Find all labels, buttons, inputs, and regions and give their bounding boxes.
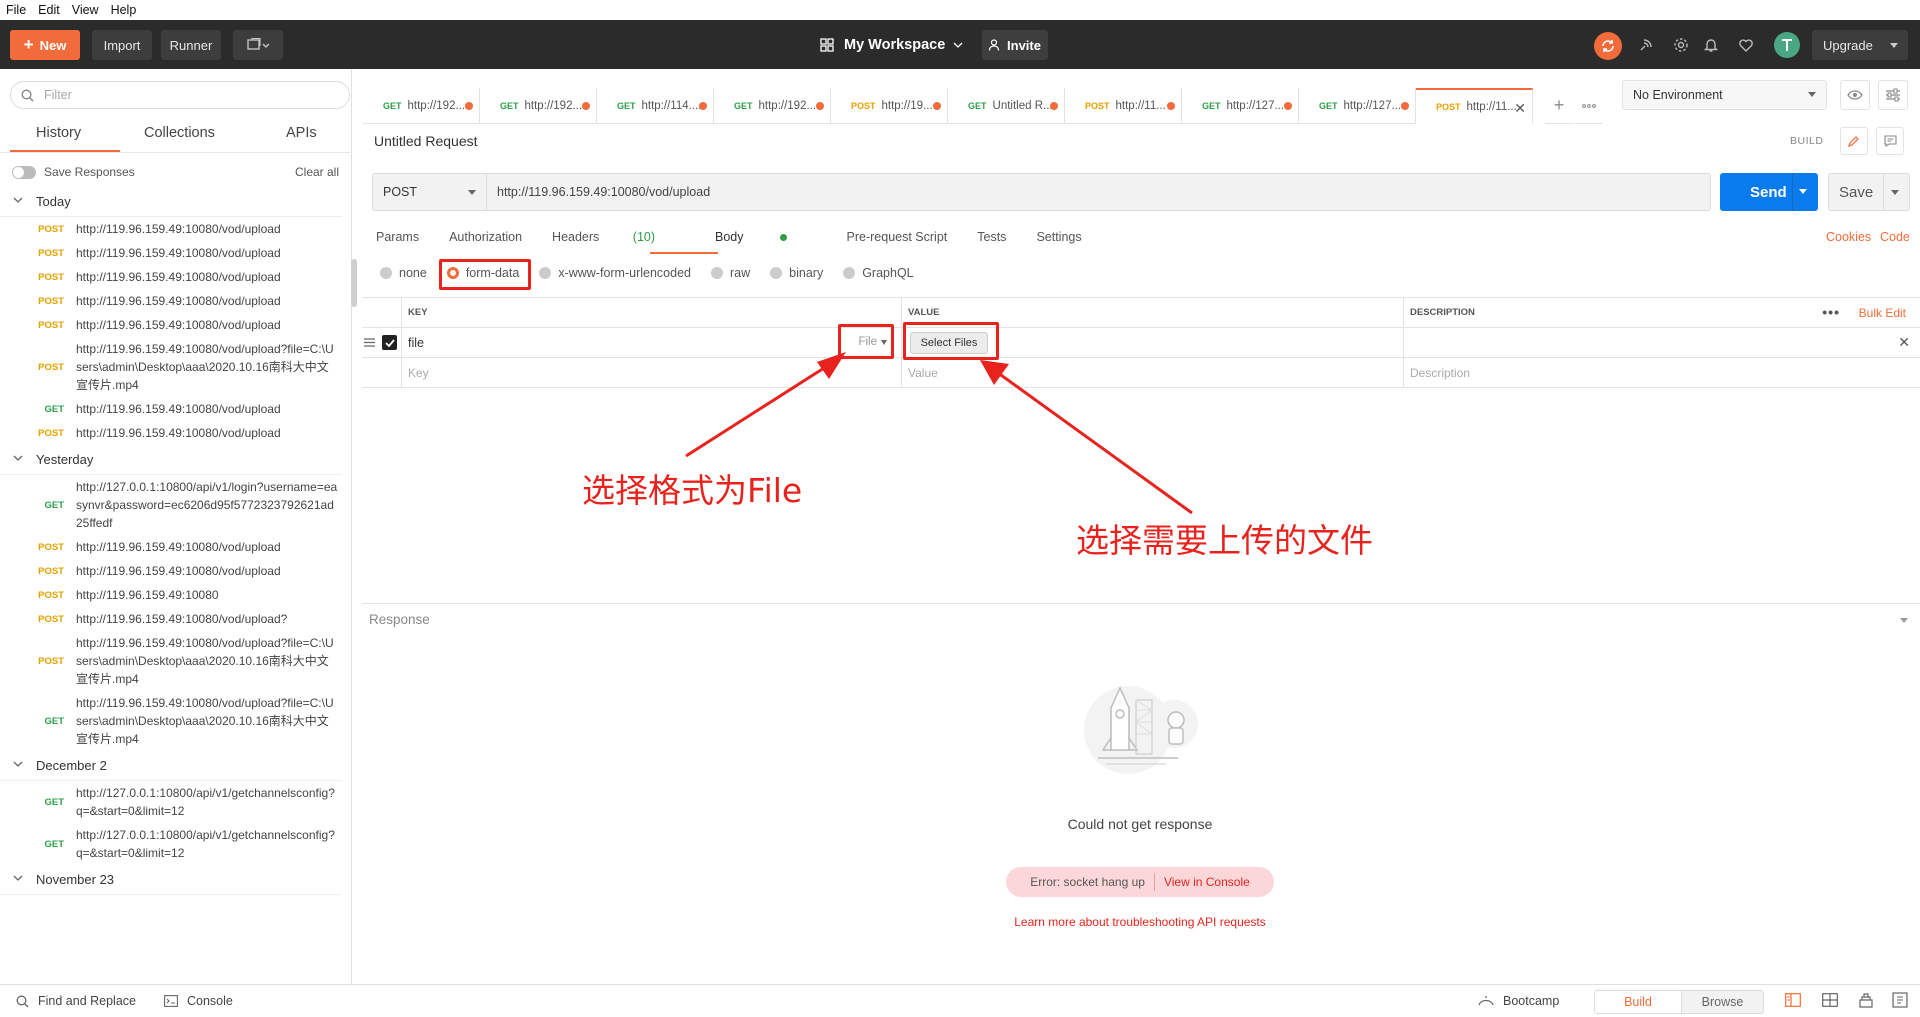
status-bar: Find and Replace Console Bootcamp Build …: [0, 984, 1920, 1017]
cookie-icon[interactable]: [1858, 992, 1874, 1008]
build-mode-button[interactable]: Build: [1594, 990, 1682, 1014]
bootcamp-icon: [1478, 996, 1494, 1006]
annotation-arrows: [685, 352, 1193, 515]
arrowhead: [980, 360, 1009, 385]
troubleshooting-link[interactable]: Learn more about troubleshooting API req…: [960, 915, 1320, 929]
error-banner: Error: socket hang up View in Console: [1006, 867, 1274, 897]
arrow-line: [685, 359, 836, 458]
divider: [1153, 873, 1155, 891]
console-icon: [164, 995, 178, 1007]
layout-icon[interactable]: [1822, 993, 1838, 1007]
find-replace-button[interactable]: Find and Replace: [16, 994, 136, 1008]
arrowhead: [817, 352, 846, 379]
arrow-line: [993, 368, 1193, 515]
two-pane-view-icon[interactable]: [1785, 993, 1801, 1007]
chevron-down-icon[interactable]: [1900, 618, 1908, 623]
search-icon: [16, 995, 29, 1007]
browse-mode-button[interactable]: Browse: [1682, 990, 1764, 1014]
bootcamp-button[interactable]: Bootcamp: [1478, 994, 1559, 1008]
console-button[interactable]: Console: [164, 994, 233, 1008]
response-message: Could not get response: [1067, 816, 1213, 832]
divider: [362, 603, 1920, 604]
astronaut-illustration-icon: [1084, 686, 1198, 774]
view-in-console-link[interactable]: View in Console: [1164, 875, 1250, 889]
response-title: Response: [369, 612, 430, 627]
error-text: Error: socket hang up: [1030, 875, 1145, 889]
annotation-file-format: 选择格式为File: [582, 471, 803, 510]
help-icon[interactable]: [1892, 992, 1908, 1008]
annotation-select-file: 选择需要上传的文件: [1076, 521, 1373, 560]
